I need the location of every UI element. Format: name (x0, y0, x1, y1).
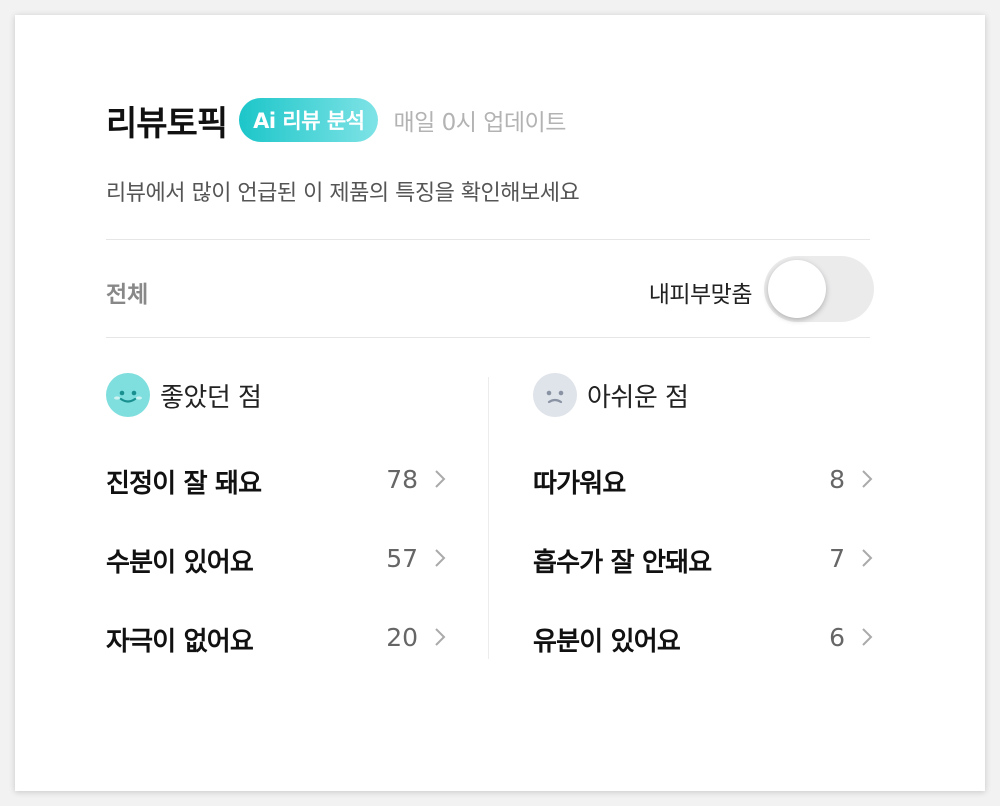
happy-face-icon (106, 373, 150, 417)
page-title: 리뷰토픽 (106, 103, 228, 144)
chevron-right-icon (435, 470, 446, 488)
chevron-right-icon (862, 470, 873, 488)
divider-bottom (106, 337, 870, 338)
chevron-right-icon (435, 549, 446, 567)
topic-count: 6 (829, 623, 845, 652)
ai-review-badge: Ai 리뷰 분석 (239, 98, 379, 142)
sad-face-icon (533, 373, 577, 417)
topic-label: 수분이 있어요 (106, 548, 254, 578)
good-points-header: 좋았던 점 (106, 373, 262, 417)
good-topic-item[interactable]: 진정이 잘 돼요 78 (106, 457, 446, 503)
topic-count: 78 (386, 465, 418, 494)
topic-label: 유분이 있어요 (533, 627, 681, 657)
topic-label: 흡수가 잘 안돼요 (533, 548, 712, 578)
topic-count: 20 (386, 623, 418, 652)
good-topic-item[interactable]: 수분이 있어요 57 (106, 536, 446, 582)
divider-top (106, 239, 870, 240)
good-points-title: 좋았던 점 (160, 382, 262, 413)
filter-all-tab[interactable]: 전체 (106, 275, 148, 309)
bad-topic-item[interactable]: 흡수가 잘 안돼요 7 (533, 536, 873, 582)
title-row: 리뷰토픽 Ai 리뷰 분석 매일 0시 업데이트 (106, 97, 566, 144)
topic-label: 진정이 잘 돼요 (106, 469, 262, 499)
column-divider (488, 377, 489, 659)
skin-match-label: 내피부맞춤 (648, 282, 753, 308)
topic-count: 57 (386, 544, 418, 573)
chevron-right-icon (435, 628, 446, 646)
bad-topic-item[interactable]: 따가워요 8 (533, 457, 873, 503)
card-inner: 리뷰토픽 Ai 리뷰 분석 매일 0시 업데이트 리뷰에서 많이 언급된 이 제… (106, 15, 874, 791)
chevron-right-icon (862, 549, 873, 567)
good-topic-item[interactable]: 자극이 없어요 20 (106, 615, 446, 661)
bad-points-header: 아쉬운 점 (533, 373, 689, 417)
toggle-knob (768, 260, 826, 318)
bad-points-title: 아쉬운 점 (587, 382, 689, 413)
bad-topic-item[interactable]: 유분이 있어요 6 (533, 615, 873, 661)
update-note: 매일 0시 업데이트 (393, 110, 566, 136)
chevron-right-icon (862, 628, 873, 646)
topic-label: 자극이 없어요 (106, 627, 254, 657)
filter-row: 전체 내피부맞춤 (106, 241, 874, 337)
skin-match-toggle[interactable] (764, 256, 874, 322)
subtitle: 리뷰에서 많이 언급된 이 제품의 특징을 확인해보세요 (106, 181, 580, 206)
topic-count: 7 (829, 544, 845, 573)
topic-count: 8 (829, 465, 845, 494)
review-topic-card: 리뷰토픽 Ai 리뷰 분석 매일 0시 업데이트 리뷰에서 많이 언급된 이 제… (15, 15, 985, 791)
topic-label: 따가워요 (533, 469, 626, 499)
